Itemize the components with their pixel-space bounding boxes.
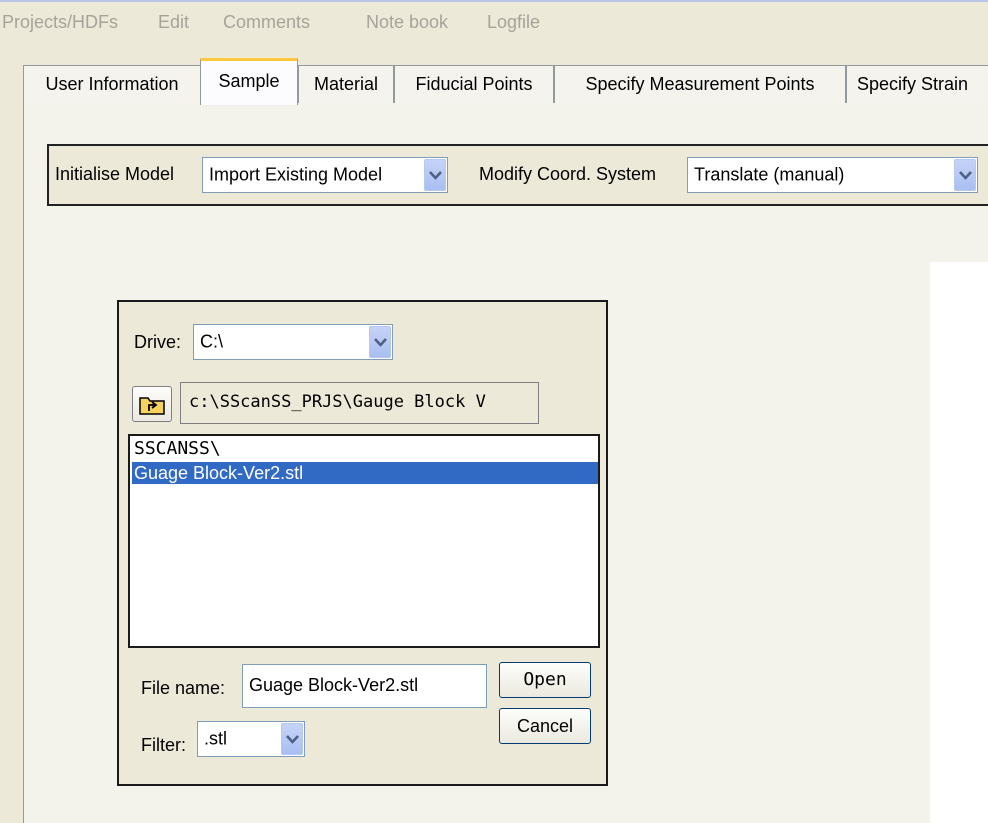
chevron-down-icon[interactable]	[424, 159, 446, 191]
file-open-dialog: Drive: C:\ c:\SScanSS_PRJS\Gauge Block V…	[117, 300, 608, 786]
filename-value: Guage Block-Ver2.stl	[249, 675, 419, 695]
modify-coord-value: Translate (manual)	[694, 164, 845, 185]
menu-notebook[interactable]: Note book	[366, 12, 448, 33]
menu-comments[interactable]: Comments	[223, 12, 310, 33]
file-list[interactable]: SSCANSS\ Guage Block-Ver2.stl	[128, 434, 600, 648]
tab-specify-strain[interactable]: Specify Strain	[846, 65, 988, 103]
tab-user-information[interactable]: User Information	[23, 65, 201, 103]
model-toolbar: Initialise Model Import Existing Model M…	[47, 144, 988, 206]
menu-projects[interactable]: Projects/HDFs	[2, 12, 118, 33]
list-item-guage-block-stl[interactable]: Guage Block-Ver2.stl	[132, 462, 598, 484]
tab-specify-measurement-points[interactable]: Specify Measurement Points	[554, 65, 846, 103]
chevron-down-icon[interactable]	[369, 326, 391, 358]
tab-fiducial-points[interactable]: Fiducial Points	[394, 65, 554, 103]
chevron-down-icon[interactable]	[281, 723, 303, 755]
filename-input[interactable]: Guage Block-Ver2.stl	[242, 664, 487, 708]
filter-select[interactable]: .stl	[197, 721, 305, 757]
filter-value: .stl	[204, 728, 228, 749]
initialise-model-select[interactable]: Import Existing Model	[202, 157, 448, 193]
open-button[interactable]: Open	[499, 662, 591, 698]
menu-logfile[interactable]: Logfile	[487, 12, 540, 33]
current-path-value: c:\SScanSS_PRJS\Gauge Block V	[189, 392, 486, 412]
menu-edit[interactable]: Edit	[158, 12, 189, 33]
drive-select[interactable]: C:\	[193, 324, 393, 360]
modify-coord-label: Modify Coord. System	[479, 164, 657, 184]
menu-bar: Projects/HDFs Edit Comments Note book Lo…	[0, 0, 988, 46]
tab-material[interactable]: Material	[298, 65, 394, 103]
model-preview-area	[930, 262, 988, 823]
tab-sample[interactable]: Sample	[200, 58, 298, 105]
current-path-field[interactable]: c:\SScanSS_PRJS\Gauge Block V	[180, 382, 539, 424]
folder-up-icon	[139, 397, 165, 415]
filter-label: Filter:	[141, 735, 186, 755]
cancel-button[interactable]: Cancel	[499, 708, 591, 744]
list-item-sscanss[interactable]: SSCANSS\	[132, 438, 598, 460]
modify-coord-select[interactable]: Translate (manual)	[687, 157, 978, 193]
initialise-model-value: Import Existing Model	[209, 164, 383, 185]
drive-label: Drive:	[134, 332, 182, 352]
initialise-model-label: Initialise Model	[55, 164, 175, 184]
filename-label: File name:	[141, 678, 226, 698]
chevron-down-icon[interactable]	[954, 159, 976, 191]
folder-up-button[interactable]	[132, 386, 172, 422]
drive-value: C:\	[200, 331, 224, 352]
